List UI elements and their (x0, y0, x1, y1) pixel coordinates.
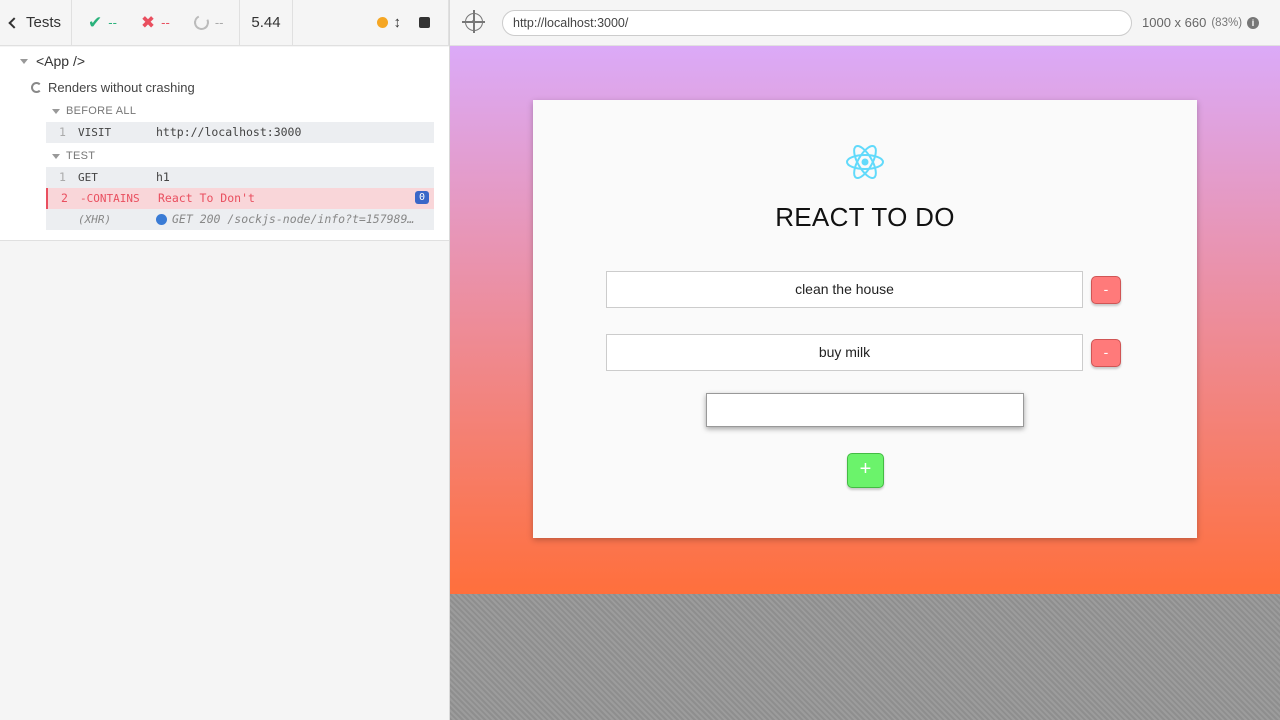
command-xhr[interactable]: (XHR) GET 200 /sockjs-node/info?t=157989… (46, 209, 434, 230)
test-title: Renders without crashing (48, 80, 195, 95)
command-visit[interactable]: 1 VISIT http://localhost:3000 (46, 122, 434, 143)
run-duration: 5.44 (240, 0, 293, 46)
collapse-triangle-icon (20, 58, 28, 64)
command-message: React To Don't (158, 191, 255, 205)
selector-playground-icon[interactable] (462, 10, 485, 33)
stop-icon[interactable] (419, 17, 430, 28)
info-icon[interactable]: i (1247, 16, 1260, 29)
add-todo-button[interactable]: + (847, 453, 884, 488)
reporter-panel: Tests ✔ -- ✖ -- -- 5.44 ↕ <App /> Render… (0, 0, 450, 720)
aut-header: http://localhost:3000/ 1000 x 660 (83%) … (450, 0, 1280, 46)
app-title: REACT TO DO (775, 202, 955, 232)
pending-stat: -- (191, 12, 224, 33)
test-stats: ✔ -- ✖ -- -- (72, 0, 240, 46)
command-name: GET (78, 171, 98, 184)
tests-label: Tests (26, 14, 62, 31)
passed-count: -- (108, 15, 117, 30)
aut-iframe: REACT TO DO clean the house - buy milk -… (450, 46, 1280, 594)
tests-back-button[interactable]: Tests (0, 0, 72, 46)
viewport-scale: (83%) (1211, 16, 1243, 29)
command-message: http://localhost:3000 (156, 125, 302, 139)
element-count-badge: 0 (414, 191, 429, 204)
run-controls: ↕ (293, 0, 449, 46)
command-name: -CONTAINS (80, 192, 140, 205)
pending-count: -- (214, 15, 224, 30)
command-name: VISIT (78, 126, 112, 139)
chevron-left-icon (8, 16, 20, 29)
remove-todo-button[interactable]: - (1091, 276, 1121, 304)
command-number: 2 (61, 191, 68, 205)
pending-icon (191, 12, 211, 33)
command-contains-failed[interactable]: 2 -CONTAINS React To Don't 0 (46, 188, 434, 209)
command-number: 1 (59, 125, 66, 139)
collapse-triangle-icon (52, 153, 60, 159)
remove-todo-button[interactable]: - (1091, 339, 1121, 367)
check-icon: ✔ (88, 12, 103, 32)
failed-stat: ✖ -- (141, 13, 170, 33)
x-icon: ✖ (140, 12, 156, 32)
command-get[interactable]: 1 GET h1 (46, 167, 434, 188)
runnables-list: <App /> Renders without crashing BEFORE … (0, 47, 449, 241)
command-name: (XHR) (78, 213, 112, 226)
suite-title: <App /> (36, 53, 86, 69)
command-message: GET 200 /sockjs-node/info?t=157989… (172, 212, 415, 226)
react-logo-icon (846, 145, 884, 179)
hook-title: TEST (66, 150, 96, 162)
running-indicator-icon (376, 17, 388, 28)
suite-item[interactable]: <App /> (20, 53, 85, 69)
auto-scroll-toggle-icon[interactable]: ↕ (394, 14, 402, 31)
new-todo-input[interactable] (706, 393, 1024, 427)
command-number: 1 (59, 170, 66, 184)
xhr-status-icon (156, 214, 167, 225)
passed-stat: ✔ -- (88, 13, 117, 33)
test-item[interactable]: Renders without crashing (31, 80, 195, 95)
reporter-header: Tests ✔ -- ✖ -- -- 5.44 ↕ (0, 0, 449, 46)
todo-item[interactable]: buy milk (606, 334, 1083, 371)
hook-title: BEFORE ALL (66, 105, 137, 117)
failed-count: -- (161, 15, 170, 30)
running-spinner-icon (31, 82, 42, 93)
command-message: h1 (156, 170, 170, 184)
hook-test[interactable]: TEST (52, 150, 95, 162)
todo-item[interactable]: clean the house (606, 271, 1083, 308)
collapse-triangle-icon (52, 108, 60, 114)
hook-before-all[interactable]: BEFORE ALL (52, 105, 136, 117)
viewport-info[interactable]: 1000 x 660 (83%) i (1142, 15, 1260, 30)
aut-background-stripes (450, 594, 1280, 720)
viewport-size: 1000 x 660 (1142, 15, 1207, 30)
todo-card: REACT TO DO clean the house - buy milk -… (533, 100, 1197, 538)
url-bar[interactable]: http://localhost:3000/ (502, 10, 1132, 36)
